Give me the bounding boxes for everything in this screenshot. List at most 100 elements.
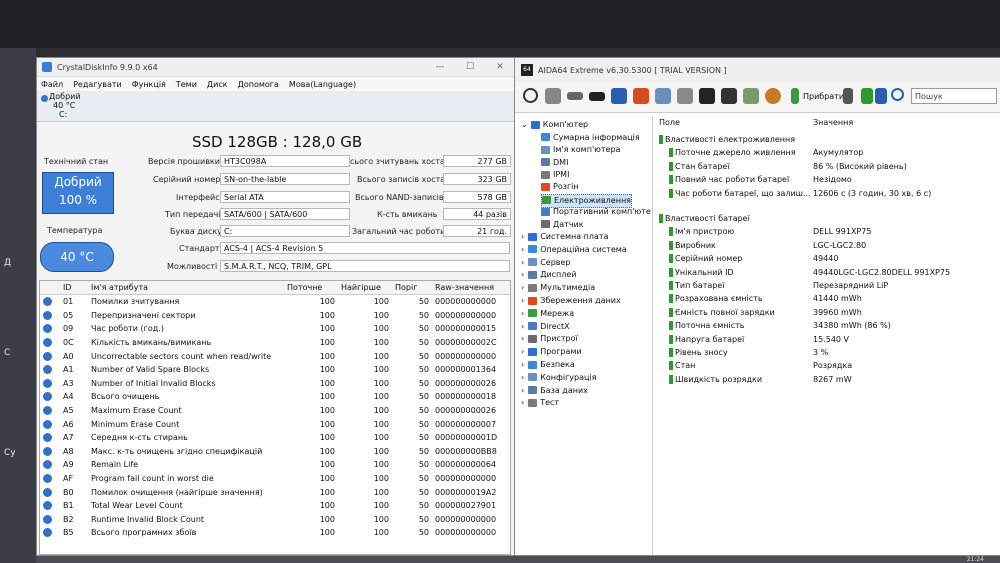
smart-row[interactable]: A3 Number of Initial Invalid Blocks 100 100… xyxy=(40,377,510,391)
field-row[interactable]: Поточна ємність xyxy=(669,319,745,332)
tree-item[interactable]: Розгін xyxy=(541,181,579,193)
expand-chevron-icon[interactable]: › xyxy=(521,283,524,292)
field-row[interactable]: Розрахована ємність xyxy=(669,292,763,305)
smart-row[interactable]: A5 Maximum Erase Count 100 100 50 00000000002… xyxy=(40,404,510,418)
smart-row[interactable]: A1 Number of Valid Spare Blocks 100 100 50 00… xyxy=(40,363,510,377)
tree-item[interactable]: Сумарна інформація xyxy=(541,132,640,144)
motherboard-icon[interactable] xyxy=(567,92,583,100)
col-worst[interactable]: Найгірше xyxy=(338,281,392,295)
search-icon[interactable] xyxy=(891,88,904,101)
menu-help[interactable]: Допомога xyxy=(238,80,279,89)
tree-item[interactable]: Датчик xyxy=(541,219,584,231)
clock-icon[interactable] xyxy=(765,88,781,104)
search-input[interactable]: Пошук xyxy=(911,88,997,104)
aida-titlebar[interactable]: 64 AIDA64 Extreme v6.30.5300 [ TRIAL VER… xyxy=(515,58,1000,82)
disk-selector[interactable]: Добрий 40 °C C: xyxy=(37,91,515,122)
tree-item[interactable]: › Тест xyxy=(521,397,559,409)
smart-row[interactable]: A6 Minimum Erase Count 100 100 50 00000000000… xyxy=(40,417,510,431)
download-arrow-icon[interactable] xyxy=(861,88,873,104)
tree-item[interactable]: › Конфігурація xyxy=(521,372,596,384)
field-row[interactable]: Час роботи батареї, що залиш... xyxy=(669,187,811,200)
col-value[interactable]: Значення xyxy=(813,118,853,127)
smart-row[interactable]: A4 Всього очищень 100 100 50 000000000018 xyxy=(40,390,510,404)
smart-row[interactable]: A9 Remain Life 100 100 50 000000000064 xyxy=(40,458,510,472)
collapse-chevron-icon[interactable]: ⌄ xyxy=(521,120,528,129)
users-icon[interactable] xyxy=(699,88,715,104)
menu-edit[interactable]: Редагувати xyxy=(73,80,122,89)
smart-row[interactable]: AF Program fail count in worst die 100 100 5… xyxy=(40,472,510,486)
expand-chevron-icon[interactable]: › xyxy=(521,360,524,369)
field-row[interactable]: Унікальний ID xyxy=(669,266,734,279)
smart-row[interactable]: B1 Total Wear Level Count 100 100 50 00000002… xyxy=(40,499,510,513)
smart-row[interactable]: B2 Runtime Invalid Block Count 100 100 50 000… xyxy=(40,513,510,527)
field-row[interactable]: Повний час роботи батареї xyxy=(669,173,789,186)
smart-row[interactable]: A0 Uncorrectable sectors count when read/… xyxy=(40,349,510,363)
expand-chevron-icon[interactable]: › xyxy=(521,245,524,254)
expand-chevron-icon[interactable]: › xyxy=(521,309,524,318)
expand-chevron-icon[interactable]: › xyxy=(521,373,524,382)
tree-item[interactable]: › DirectX xyxy=(521,321,570,333)
expand-chevron-icon[interactable]: › xyxy=(521,347,524,356)
expand-chevron-icon[interactable]: › xyxy=(521,398,524,407)
expand-chevron-icon[interactable]: › xyxy=(521,232,524,241)
expand-chevron-icon[interactable]: › xyxy=(521,270,524,279)
group-header[interactable]: Властивості електроживлення xyxy=(659,133,795,146)
field-row[interactable]: Рівень зносу xyxy=(669,346,728,359)
expand-chevron-icon[interactable]: › xyxy=(521,296,524,305)
smart-row[interactable]: 01 Помилки зчитування 100 100 50 000000000000 xyxy=(40,295,510,309)
maximize-button[interactable]: ☐ xyxy=(455,62,485,72)
upload-arrow-icon[interactable] xyxy=(875,88,887,104)
menu-theme[interactable]: Теми xyxy=(176,80,197,89)
field-row[interactable]: Стан батареї xyxy=(669,160,730,173)
tree-item[interactable]: Ім'я комп'ютера xyxy=(541,144,620,156)
smart-row[interactable]: 0C Кількість вмикань/вимикань 100 100 50 0000… xyxy=(40,336,510,350)
tree-item[interactable]: › Сервер xyxy=(521,257,571,269)
field-row[interactable]: Ємність повної зарядки xyxy=(669,306,775,319)
minimize-button[interactable]: — xyxy=(425,62,455,72)
field-row[interactable]: Виробник xyxy=(669,239,716,252)
smart-row[interactable]: A8 Макс. к-ть очищень згідно специфікацій… xyxy=(40,445,510,459)
field-row[interactable]: Швидкість розрядки xyxy=(669,373,762,386)
smart-row[interactable]: A7 Середня к-сть стирань 100 100 50 000000000… xyxy=(40,431,510,445)
tree-item[interactable]: › Операційна система xyxy=(521,244,627,256)
gpu-icon[interactable] xyxy=(589,92,605,101)
monitor-icon[interactable] xyxy=(743,88,759,104)
network-icon[interactable] xyxy=(611,88,627,104)
fire-icon[interactable] xyxy=(633,88,649,104)
menu-language[interactable]: Мова(Language) xyxy=(289,80,356,89)
toolbar-report-button[interactable]: Прибрати xyxy=(803,92,844,101)
menu-disk[interactable]: Диск xyxy=(207,80,228,89)
tree-item[interactable]: › База даних xyxy=(521,385,588,397)
group-header[interactable]: Властивості батареї xyxy=(659,212,750,225)
expand-chevron-icon[interactable]: › xyxy=(521,322,524,331)
cdi-titlebar[interactable]: CrystalDiskInfo 9.9.0 x64 — ☐ ✕ xyxy=(37,58,515,77)
col-raw[interactable]: Raw-значення xyxy=(432,281,510,295)
tree-item[interactable]: › Мультимедіа xyxy=(521,282,595,294)
smart-row[interactable]: B5 Всього програмних збоїв 100 100 50 0000000… xyxy=(40,526,510,540)
col-attribute[interactable]: Ім'я атрибута xyxy=(88,281,284,295)
tree-item[interactable]: › Пристрої xyxy=(521,333,578,345)
tree-item[interactable]: › Мережа xyxy=(521,308,574,320)
menu-file[interactable]: Файл xyxy=(41,80,63,89)
menu-function[interactable]: Функція xyxy=(132,80,166,89)
field-row[interactable]: Серійний номер xyxy=(669,252,742,265)
tree-item[interactable]: › Безпека xyxy=(521,359,575,371)
tree-item[interactable]: › Програми xyxy=(521,346,582,358)
benchmark-icon[interactable] xyxy=(721,88,737,104)
col-threshold[interactable]: Поріг xyxy=(392,281,432,295)
close-button[interactable]: ✕ xyxy=(485,62,515,72)
col-current[interactable]: Поточне xyxy=(284,281,338,295)
col-id[interactable]: ID xyxy=(60,281,88,295)
expand-chevron-icon[interactable]: › xyxy=(521,386,524,395)
smart-row[interactable]: 09 Час роботи (год.) 100 100 50 000000000015 xyxy=(40,322,510,336)
report-green-icon[interactable] xyxy=(791,88,799,104)
tree-item[interactable]: › Системна плата xyxy=(521,231,609,243)
field-row[interactable]: Поточне джерело живлення xyxy=(669,146,796,159)
chart-icon[interactable] xyxy=(677,88,693,104)
expand-chevron-icon[interactable]: › xyxy=(521,334,524,343)
tree-item[interactable]: › Дисплей xyxy=(521,269,577,281)
smart-row[interactable]: 05 Перепризначені сектори 100 100 50 00000000… xyxy=(40,309,510,323)
expand-chevron-icon[interactable]: › xyxy=(521,258,524,267)
smart-attributes-table[interactable]: ID Ім'я атрибута Поточне Найгірше Поріг … xyxy=(39,280,511,555)
smart-row[interactable]: B0 Помилок очищення (найгірше значення) 10… xyxy=(40,485,510,499)
